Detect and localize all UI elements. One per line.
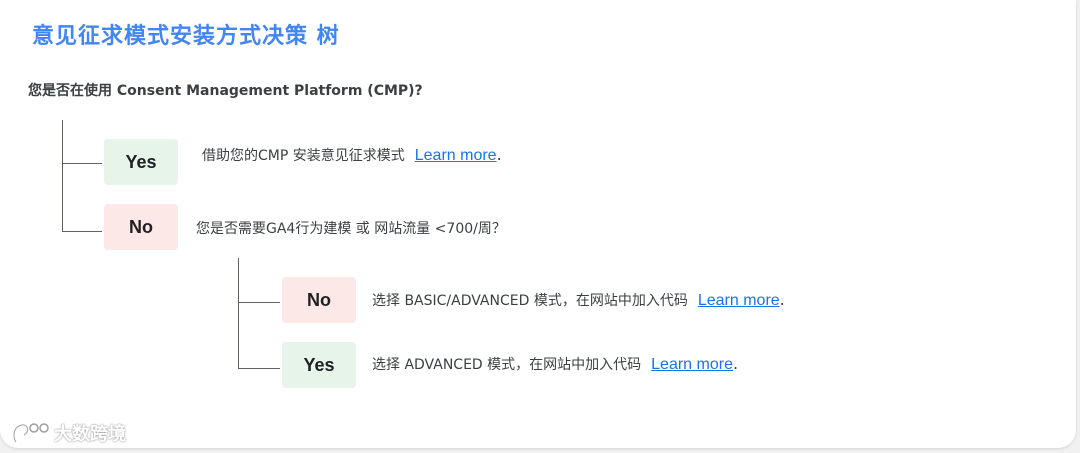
no-question: 您是否需要GA4行为建模 或 网站流量 <700/周？ <box>196 221 506 237</box>
sub-tree-trunk-line <box>238 258 239 369</box>
watermark: 大数跨境 <box>10 420 126 446</box>
connector-yes <box>62 163 102 164</box>
yes-period: . <box>496 145 502 164</box>
sub-no-description: 选择 BASIC/ADVANCED 模式，在网站中加入代码 Learn more. <box>372 291 785 310</box>
sub-yes-description-text: 选择 ADVANCED 模式，在网站中加入代码 <box>372 357 642 373</box>
sub-yes-description: 选择 ADVANCED 模式，在网站中加入代码 Learn more. <box>372 355 738 374</box>
watermark-logo-icon <box>12 423 49 444</box>
yes-description-text: 借助您的CMP 安装意见征求模式 <box>202 148 405 164</box>
sub-no-period: . <box>779 290 785 309</box>
tree-trunk-line <box>62 120 63 232</box>
sub-yes-learn-more-link[interactable]: Learn more <box>651 356 733 373</box>
yes-node: Yes <box>104 139 178 185</box>
sub-no-learn-more-link[interactable]: Learn more <box>698 292 780 309</box>
connector-sub-yes <box>238 368 280 369</box>
page-title: 意见征求模式安装方式决策 树 <box>32 24 340 49</box>
no-node: No <box>104 204 178 250</box>
yes-learn-more-link[interactable]: Learn more <box>415 147 497 164</box>
sub-yes-node: Yes <box>282 342 356 388</box>
sub-no-node: No <box>282 277 356 323</box>
sub-no-description-text: 选择 BASIC/ADVANCED 模式，在网站中加入代码 <box>372 293 688 309</box>
connector-no <box>62 231 102 232</box>
watermark-text: 大数跨境 <box>54 424 126 445</box>
yes-description: 借助您的CMP 安装意见征求模式 Learn more. <box>202 146 502 165</box>
connector-sub-no <box>238 302 280 303</box>
decision-tree-card: 意见征求模式安装方式决策 树 您是否在使用 Consent Management… <box>0 0 1076 448</box>
root-question: 您是否在使用 Consent Management Platform (CMP)… <box>28 83 423 99</box>
sub-yes-period: . <box>732 354 739 373</box>
